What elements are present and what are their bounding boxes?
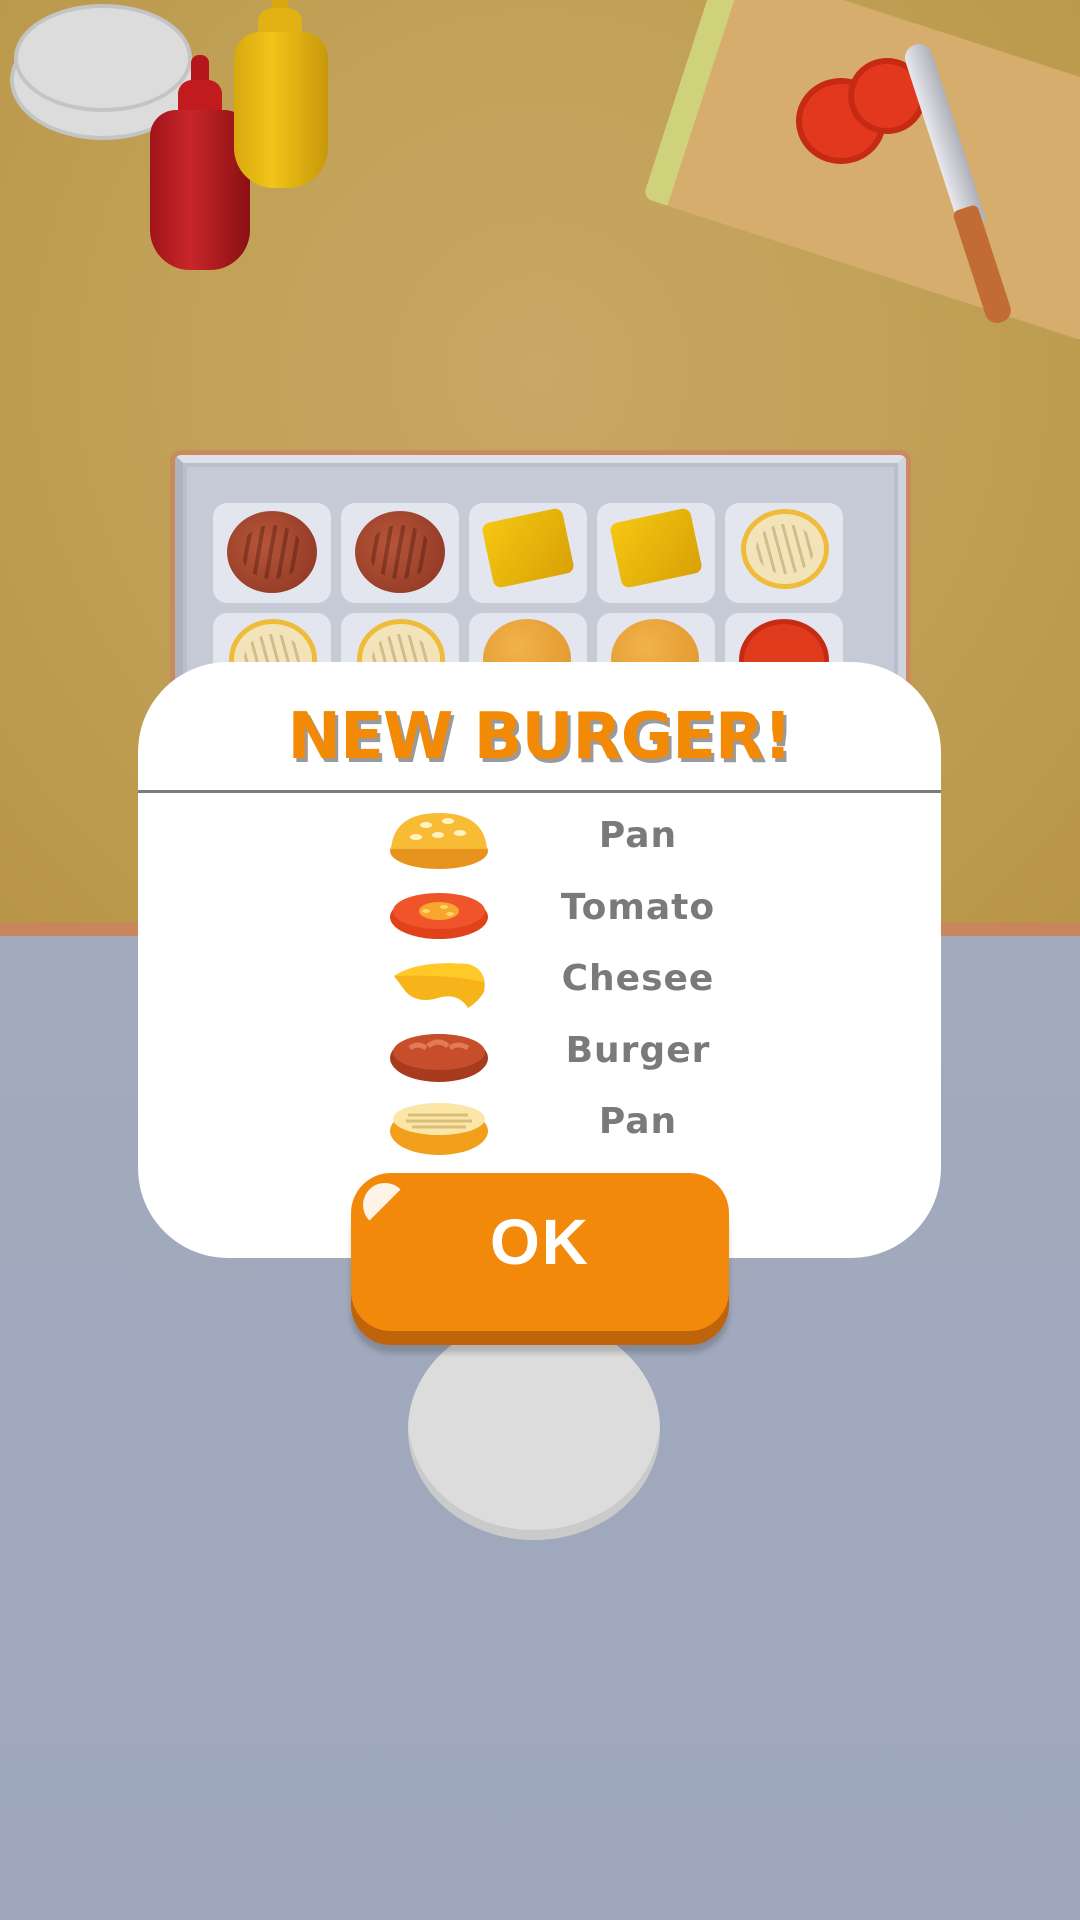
dialog-title: NEW BURGER! — [287, 700, 793, 774]
tomato-slice-icon — [390, 893, 488, 939]
ingredient-label: Pan — [598, 815, 678, 856]
recipe-row: Pan — [138, 1095, 941, 1157]
ingredient-label: Burger — [565, 1030, 711, 1071]
recipe-row: Pan — [138, 809, 941, 871]
bun-top-icon — [390, 813, 488, 869]
ingredient-label: Chesee — [561, 958, 715, 999]
patty-icon — [390, 1034, 488, 1082]
bun-bottom-icon — [390, 1103, 488, 1155]
ingredient-label: Pan — [598, 1101, 678, 1142]
ok-button-label: OK — [490, 1206, 590, 1278]
recipe-row: Burger — [138, 1024, 941, 1086]
dialog-divider — [138, 790, 941, 793]
recipe-row: Tomato — [138, 881, 941, 943]
ingredient-label: Tomato — [560, 887, 716, 928]
new-burger-dialog: NEW BURGER! Pan Tomato Chesee Burger Pan — [138, 662, 941, 1258]
ok-button[interactable]: OK — [351, 1173, 729, 1331]
recipe-row: Chesee — [138, 952, 941, 1014]
cheese-slice-icon — [394, 963, 485, 1008]
game-scene: NEW BURGER! Pan Tomato Chesee Burger Pan… — [0, 0, 1080, 1920]
